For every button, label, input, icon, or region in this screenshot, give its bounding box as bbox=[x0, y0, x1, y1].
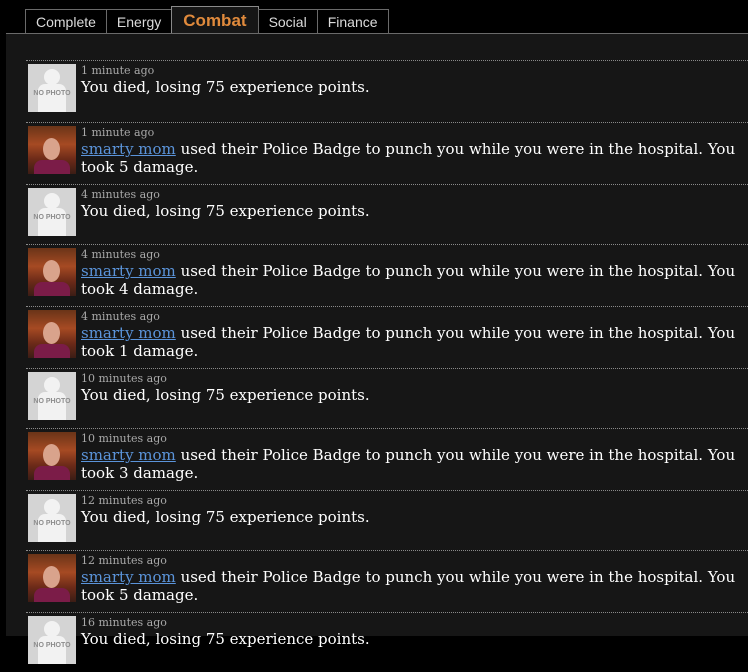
feed-message-text: used their Police Badge to punch you whi… bbox=[81, 140, 736, 176]
tab-finance[interactable]: Finance bbox=[316, 9, 389, 33]
user-link[interactable]: smarty mom bbox=[81, 140, 176, 158]
user-avatar[interactable] bbox=[28, 554, 76, 602]
feed-timestamp: 12 minutes ago bbox=[81, 554, 167, 567]
feed-item: NO PHOTO 1 minute ago You died, losing 7… bbox=[26, 60, 748, 122]
no-photo-label: NO PHOTO bbox=[33, 214, 71, 221]
no-photo-avatar: NO PHOTO bbox=[28, 616, 76, 664]
avatar-face bbox=[43, 260, 60, 282]
feed-timestamp: 4 minutes ago bbox=[81, 248, 160, 261]
tab-social[interactable]: Social bbox=[257, 9, 318, 33]
feed-message: You died, losing 75 experience points. bbox=[81, 78, 370, 96]
silhouette-head bbox=[44, 499, 60, 515]
user-avatar[interactable] bbox=[28, 432, 76, 480]
feed-item: 1 minute ago smarty mom used their Polic… bbox=[26, 122, 748, 184]
silhouette-head bbox=[44, 193, 60, 209]
silhouette-body bbox=[38, 392, 66, 420]
no-photo-label: NO PHOTO bbox=[33, 90, 71, 97]
feed-message: You died, losing 75 experience points. bbox=[81, 508, 370, 526]
silhouette-head bbox=[44, 69, 60, 85]
silhouette-body bbox=[38, 84, 66, 112]
silhouette-body bbox=[38, 636, 66, 664]
feed-timestamp: 10 minutes ago bbox=[81, 372, 167, 385]
feed-item: NO PHOTO 16 minutes ago You died, losing… bbox=[26, 612, 748, 672]
user-link[interactable]: smarty mom bbox=[81, 446, 176, 464]
silhouette-head bbox=[44, 377, 60, 393]
user-avatar[interactable] bbox=[28, 248, 76, 296]
feed-message: smarty mom used their Police Badge to pu… bbox=[81, 262, 748, 298]
feed-message: smarty mom used their Police Badge to pu… bbox=[81, 140, 748, 176]
no-photo-avatar: NO PHOTO bbox=[28, 372, 76, 420]
tab-combat[interactable]: Combat bbox=[171, 6, 259, 33]
feed-item: 12 minutes ago smarty mom used their Pol… bbox=[26, 550, 748, 612]
feed-item: NO PHOTO 12 minutes ago You died, losing… bbox=[26, 490, 748, 550]
feed-message-text: used their Police Badge to punch you whi… bbox=[81, 568, 736, 604]
feed-timestamp: 4 minutes ago bbox=[81, 310, 160, 323]
feed-timestamp: 4 minutes ago bbox=[81, 188, 160, 201]
no-photo-avatar: NO PHOTO bbox=[28, 494, 76, 542]
feed-message: You died, losing 75 experience points. bbox=[81, 630, 370, 648]
no-photo-avatar: NO PHOTO bbox=[28, 188, 76, 236]
no-photo-label: NO PHOTO bbox=[33, 398, 71, 405]
no-photo-label: NO PHOTO bbox=[33, 520, 71, 527]
combat-feed-panel: NO PHOTO 1 minute ago You died, losing 7… bbox=[6, 33, 748, 664]
feed-timestamp: 12 minutes ago bbox=[81, 494, 167, 507]
feed-message: smarty mom used their Police Badge to pu… bbox=[81, 568, 748, 604]
tab-energy[interactable]: Energy bbox=[105, 9, 173, 33]
combat-feed-list: NO PHOTO 1 minute ago You died, losing 7… bbox=[26, 60, 748, 672]
feed-message-text: used their Police Badge to punch you whi… bbox=[81, 446, 736, 482]
feed-tab-bar: Complete Energy Combat Social Finance bbox=[25, 6, 389, 33]
avatar-shirt bbox=[34, 160, 70, 174]
feed-timestamp: 10 minutes ago bbox=[81, 432, 167, 445]
feed-message-text: used their Police Badge to punch you whi… bbox=[81, 262, 736, 298]
avatar-face bbox=[43, 138, 60, 160]
avatar-shirt bbox=[34, 588, 70, 602]
user-link[interactable]: smarty mom bbox=[81, 568, 176, 586]
silhouette-body bbox=[38, 514, 66, 542]
feed-timestamp: 1 minute ago bbox=[81, 126, 155, 139]
feed-message: You died, losing 75 experience points. bbox=[81, 386, 370, 404]
avatar-face bbox=[43, 322, 60, 344]
user-link[interactable]: smarty mom bbox=[81, 324, 176, 342]
avatar-face bbox=[43, 444, 60, 466]
feed-timestamp: 16 minutes ago bbox=[81, 616, 167, 629]
user-avatar[interactable] bbox=[28, 126, 76, 174]
silhouette-body bbox=[38, 208, 66, 236]
feed-item: NO PHOTO 4 minutes ago You died, losing … bbox=[26, 184, 748, 244]
feed-message-text: used their Police Badge to punch you whi… bbox=[81, 324, 736, 360]
avatar-face bbox=[43, 566, 60, 588]
feed-item: 4 minutes ago smarty mom used their Poli… bbox=[26, 306, 748, 368]
avatar-shirt bbox=[34, 466, 70, 480]
feed-item: NO PHOTO 10 minutes ago You died, losing… bbox=[26, 368, 748, 428]
no-photo-label: NO PHOTO bbox=[33, 642, 71, 649]
avatar-shirt bbox=[34, 282, 70, 296]
user-avatar[interactable] bbox=[28, 310, 76, 358]
feed-item: 4 minutes ago smarty mom used their Poli… bbox=[26, 244, 748, 306]
no-photo-avatar: NO PHOTO bbox=[28, 64, 76, 112]
feed-message: smarty mom used their Police Badge to pu… bbox=[81, 324, 748, 360]
tab-complete[interactable]: Complete bbox=[25, 9, 107, 33]
feed-message: smarty mom used their Police Badge to pu… bbox=[81, 446, 748, 482]
avatar-shirt bbox=[34, 344, 70, 358]
feed-message: You died, losing 75 experience points. bbox=[81, 202, 370, 220]
user-link[interactable]: smarty mom bbox=[81, 262, 176, 280]
feed-timestamp: 1 minute ago bbox=[81, 64, 155, 77]
feed-item: 10 minutes ago smarty mom used their Pol… bbox=[26, 428, 748, 490]
